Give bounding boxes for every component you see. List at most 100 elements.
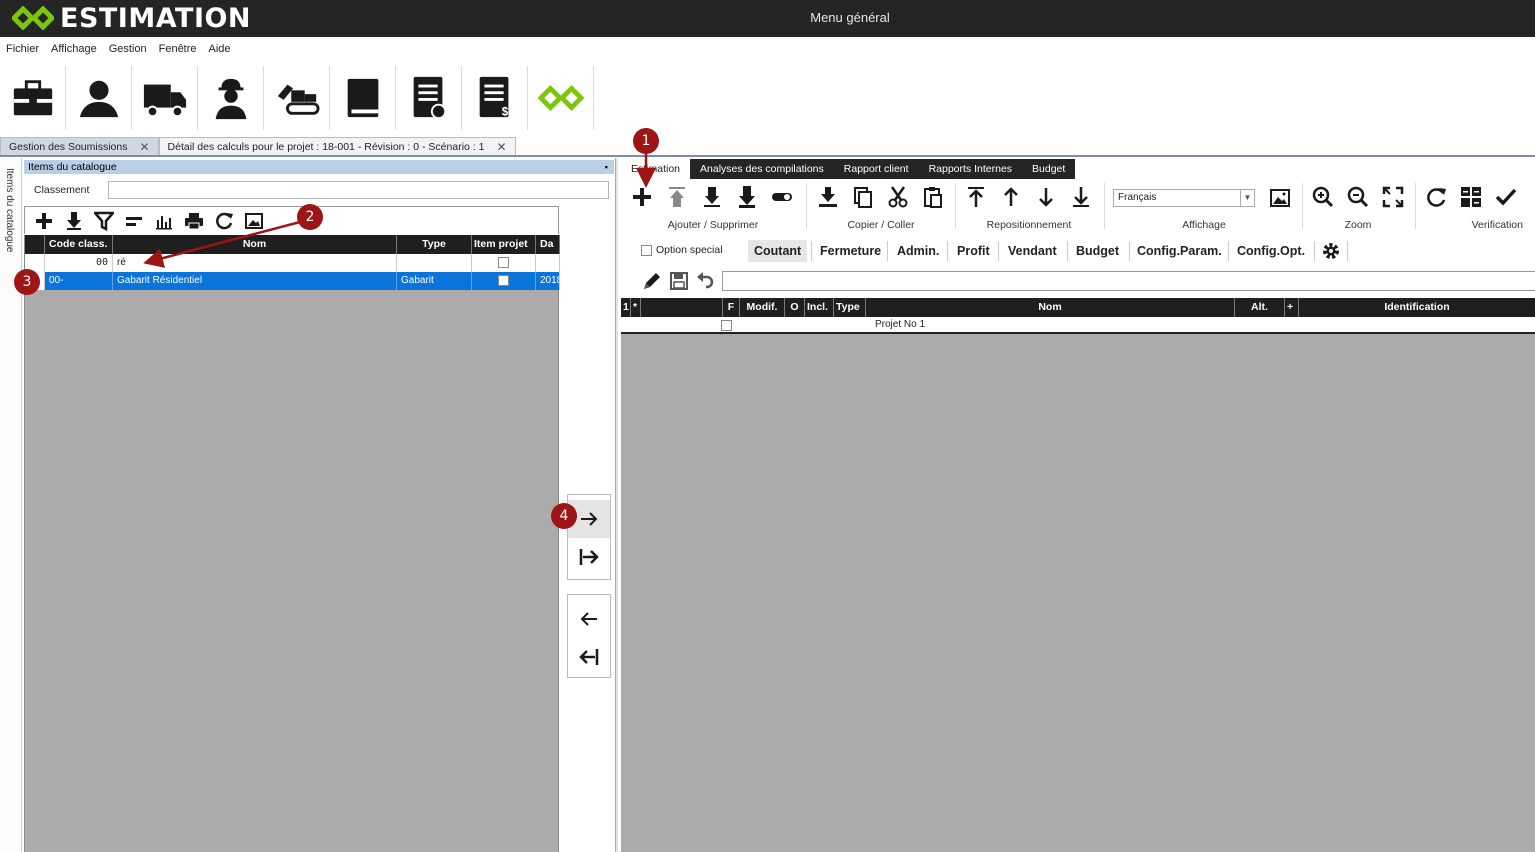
tab-detail-calculs[interactable]: Détail des calculs pour le projet : 18-0… xyxy=(158,137,516,156)
menu-gestion[interactable]: Gestion xyxy=(109,40,147,58)
menu-fichier[interactable]: Fichier xyxy=(6,40,39,58)
remove-all-button[interactable] xyxy=(568,638,610,676)
column-header-nom[interactable]: Nom xyxy=(866,298,1235,317)
add-item-button[interactable] xyxy=(625,182,658,212)
transport-button[interactable] xyxy=(132,66,198,130)
column-header-date[interactable]: Da xyxy=(536,235,560,254)
view-coutant[interactable]: Coutant xyxy=(748,240,808,262)
contacts-button[interactable] xyxy=(66,66,132,130)
tab-estimation[interactable]: Estimation xyxy=(621,159,691,179)
filter-type[interactable] xyxy=(397,254,472,272)
workers-button[interactable] xyxy=(198,66,264,130)
view-vendant[interactable]: Vendant xyxy=(1002,240,1063,262)
close-icon[interactable]: ✕ xyxy=(496,138,506,156)
view-config-param[interactable]: Config.Param. xyxy=(1131,240,1228,262)
tab-gestion-soumissions[interactable]: Gestion des Soumissions ✕ xyxy=(0,137,159,155)
insert-below-button[interactable] xyxy=(695,182,728,212)
close-icon[interactable]: ✕ xyxy=(139,138,149,156)
soumissions-button[interactable] xyxy=(0,66,66,130)
filter-code[interactable]: 00 xyxy=(45,254,113,272)
approval-button[interactable] xyxy=(396,66,462,130)
image-button[interactable] xyxy=(241,209,267,233)
zoom-fit-button[interactable] xyxy=(1376,182,1409,212)
insert-child-button[interactable] xyxy=(730,182,763,212)
view-admin[interactable]: Admin. xyxy=(891,240,945,262)
pin-icon[interactable]: ▪ xyxy=(605,160,608,174)
save-button[interactable] xyxy=(669,271,689,291)
edit-button[interactable] xyxy=(641,270,663,292)
billing-button[interactable]: $ xyxy=(462,66,528,130)
chart-button[interactable] xyxy=(151,209,177,233)
column-header-code[interactable]: Code class. xyxy=(45,235,113,254)
classement-input[interactable] xyxy=(108,181,609,199)
paste-button[interactable] xyxy=(916,182,949,212)
move-up-button[interactable] xyxy=(994,182,1027,212)
language-select[interactable]: Français ▼ xyxy=(1113,189,1255,207)
checkbox[interactable] xyxy=(498,274,509,286)
menu-aide[interactable]: Aide xyxy=(209,40,231,58)
side-tab-items-catalogue[interactable]: Items du catalogue xyxy=(4,168,15,253)
column-header-f[interactable]: F xyxy=(723,298,740,317)
checkbox[interactable] xyxy=(498,256,509,268)
tab-budget[interactable]: Budget xyxy=(1022,159,1075,179)
column-header-alt[interactable]: Alt. xyxy=(1235,298,1285,317)
cut-button[interactable] xyxy=(881,182,914,212)
add-button[interactable] xyxy=(31,209,57,233)
import-button[interactable] xyxy=(811,182,844,212)
catalogue-button[interactable] xyxy=(330,66,396,130)
tab-rapports-internes[interactable]: Rapports Internes xyxy=(919,159,1022,179)
filter-button[interactable] xyxy=(91,209,117,233)
column-header-item-projet[interactable]: Item projet xyxy=(472,235,536,254)
collapse-button[interactable] xyxy=(121,209,147,233)
zoom-out-button[interactable] xyxy=(1342,182,1375,212)
column-header-modif[interactable]: Modif. xyxy=(740,298,785,317)
panel-splitter[interactable] xyxy=(615,158,618,852)
column-header-incl[interactable]: Incl. xyxy=(805,298,834,317)
move-top-button[interactable] xyxy=(959,182,992,212)
refresh-button[interactable] xyxy=(211,209,237,233)
menu-fenetre[interactable]: Fenêtre xyxy=(159,40,197,58)
view-fermeture[interactable]: Fermeture xyxy=(814,240,887,262)
column-header-star[interactable]: * xyxy=(631,298,641,317)
home-button[interactable] xyxy=(528,66,594,130)
download-button[interactable] xyxy=(61,209,87,233)
column-header-level[interactable]: 1 xyxy=(621,298,631,317)
checkbox[interactable] xyxy=(721,320,732,331)
undo-button[interactable] xyxy=(695,271,715,291)
option-special-toggle[interactable]: Option special xyxy=(641,244,723,256)
filter-item-projet[interactable] xyxy=(472,254,536,272)
insert-above-button[interactable] xyxy=(660,182,693,212)
menu-affichage[interactable]: Affichage xyxy=(51,40,97,58)
column-header-tree[interactable] xyxy=(641,298,723,317)
table-row[interactable]: Projet No 1 xyxy=(621,317,1535,334)
equipment-button[interactable] xyxy=(264,66,330,130)
checkbox[interactable] xyxy=(641,244,652,256)
print-button[interactable] xyxy=(181,209,207,233)
verify-button[interactable] xyxy=(1489,182,1522,212)
settings-button[interactable] xyxy=(1321,241,1341,261)
copy-button[interactable] xyxy=(846,182,879,212)
formula-input[interactable] xyxy=(722,271,1535,291)
add-all-button[interactable] xyxy=(568,538,610,576)
filter-nom[interactable]: ré xyxy=(113,254,397,272)
column-header-type[interactable]: Type xyxy=(834,298,866,317)
image-display-button[interactable] xyxy=(1263,183,1296,213)
delete-item-button[interactable] xyxy=(765,182,798,212)
move-bottom-button[interactable] xyxy=(1064,182,1097,212)
column-header-type[interactable]: Type xyxy=(397,235,472,254)
view-config-opt[interactable]: Config.Opt. xyxy=(1231,240,1311,262)
remove-selected-button[interactable] xyxy=(568,600,610,638)
column-header-plus[interactable]: + xyxy=(1285,298,1299,317)
calculator-button[interactable] xyxy=(1454,182,1487,212)
column-header-identification[interactable]: Identification xyxy=(1299,298,1535,317)
table-row[interactable]: 00- Gabarit Résidentiel Gabarit 2018 xyxy=(25,272,560,290)
column-header-nom[interactable]: Nom xyxy=(113,235,397,254)
filter-date[interactable] xyxy=(536,254,560,272)
tab-analyses[interactable]: Analyses des compilations xyxy=(690,159,834,179)
tab-rapport-client[interactable]: Rapport client xyxy=(834,159,919,179)
move-down-button[interactable] xyxy=(1029,182,1062,212)
column-header-o[interactable]: O xyxy=(785,298,805,317)
view-budget[interactable]: Budget xyxy=(1070,240,1125,262)
refresh-button[interactable] xyxy=(1419,182,1452,212)
view-profit[interactable]: Profit xyxy=(951,240,996,262)
